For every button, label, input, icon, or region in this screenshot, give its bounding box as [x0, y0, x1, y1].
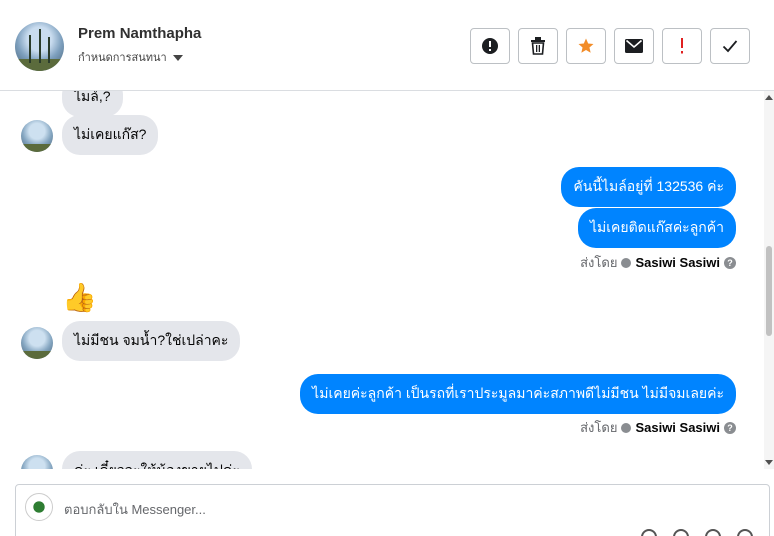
emoji-icon[interactable] — [705, 529, 721, 536]
spam-button[interactable] — [470, 28, 510, 64]
thread-scrollbar[interactable] — [764, 91, 774, 469]
follow-up-button[interactable] — [662, 28, 702, 64]
page-avatar — [25, 493, 53, 521]
verified-icon — [621, 257, 632, 268]
scroll-up-arrow[interactable] — [765, 95, 773, 100]
done-button[interactable] — [710, 28, 750, 64]
reply-composer[interactable]: ตอบกลับใน Messenger... — [15, 484, 770, 536]
alert-circle-icon — [482, 38, 498, 54]
sent-by-label: ส่งโดย — [580, 420, 618, 435]
delete-button[interactable] — [518, 28, 558, 64]
trash-icon — [531, 37, 545, 55]
verified-icon — [621, 422, 632, 433]
conversation-header: Prem Namthapha กำหนดการสนทนา — [0, 0, 774, 91]
composer-tools — [641, 529, 753, 536]
outgoing-message: คันนี้ไมล์อยู่ที่ 132536 ค่ะ — [561, 167, 736, 207]
thumbs-up-message: 👍 — [62, 282, 97, 313]
contact-avatar[interactable] — [15, 22, 64, 71]
gif-icon[interactable] — [737, 529, 753, 536]
scroll-down-arrow[interactable] — [765, 460, 773, 465]
sent-by-label: ส่งโดย — [580, 255, 618, 270]
contact-name[interactable]: Prem Namthapha — [78, 25, 201, 42]
sent-by-line: ส่งโดย Sasiwi Sasiwi ? — [580, 417, 736, 438]
reply-input[interactable]: ตอบกลับใน Messenger... — [64, 499, 206, 520]
mark-unread-button[interactable] — [614, 28, 654, 64]
incoming-message: ค่ะ เดี๋ยวจะให้น้องขายไปค่ะ — [62, 451, 252, 469]
assign-conversation-dropdown[interactable]: กำหนดการสนทนา — [78, 48, 183, 66]
outgoing-message: ไม่เคยติดแก๊สค่ะลูกค้า — [577, 208, 736, 248]
sender-name[interactable]: Sasiwi Sasiwi — [635, 255, 720, 270]
caret-down-icon — [172, 55, 183, 62]
sent-by-line: ส่งโดย Sasiwi Sasiwi ? — [580, 252, 736, 273]
exclamation-icon — [681, 38, 683, 54]
conversation-actions — [470, 28, 750, 64]
assign-label: กำหนดการสนทนา — [78, 52, 167, 64]
incoming-message: ไม่มีชน จมน้ำ?ใช่เปล่าคะ — [62, 321, 241, 361]
image-icon[interactable] — [673, 529, 689, 536]
message-thread: ไมล์,? ไม่เคยแก๊ส? คันนี้ไมล์อยู่ที่ 132… — [0, 91, 774, 469]
check-icon — [722, 40, 738, 53]
contact-avatar-small — [21, 327, 53, 359]
envelope-icon — [625, 39, 643, 53]
outgoing-message: ไม่เคยค่ะลูกค้า เป็นรถที่เราประมูลมาค่ะส… — [300, 374, 736, 414]
scroll-thumb[interactable] — [766, 246, 772, 336]
help-icon[interactable]: ? — [724, 421, 736, 434]
contact-avatar-small — [21, 455, 53, 469]
incoming-message: ไมล์,? — [62, 91, 123, 117]
incoming-message: ไม่เคยแก๊ส? — [62, 115, 159, 155]
attachment-icon[interactable] — [641, 529, 657, 536]
star-button[interactable] — [566, 28, 606, 64]
star-icon — [578, 38, 594, 53]
help-icon[interactable]: ? — [724, 256, 736, 269]
contact-avatar-small — [21, 120, 53, 152]
sender-name[interactable]: Sasiwi Sasiwi — [635, 420, 720, 435]
